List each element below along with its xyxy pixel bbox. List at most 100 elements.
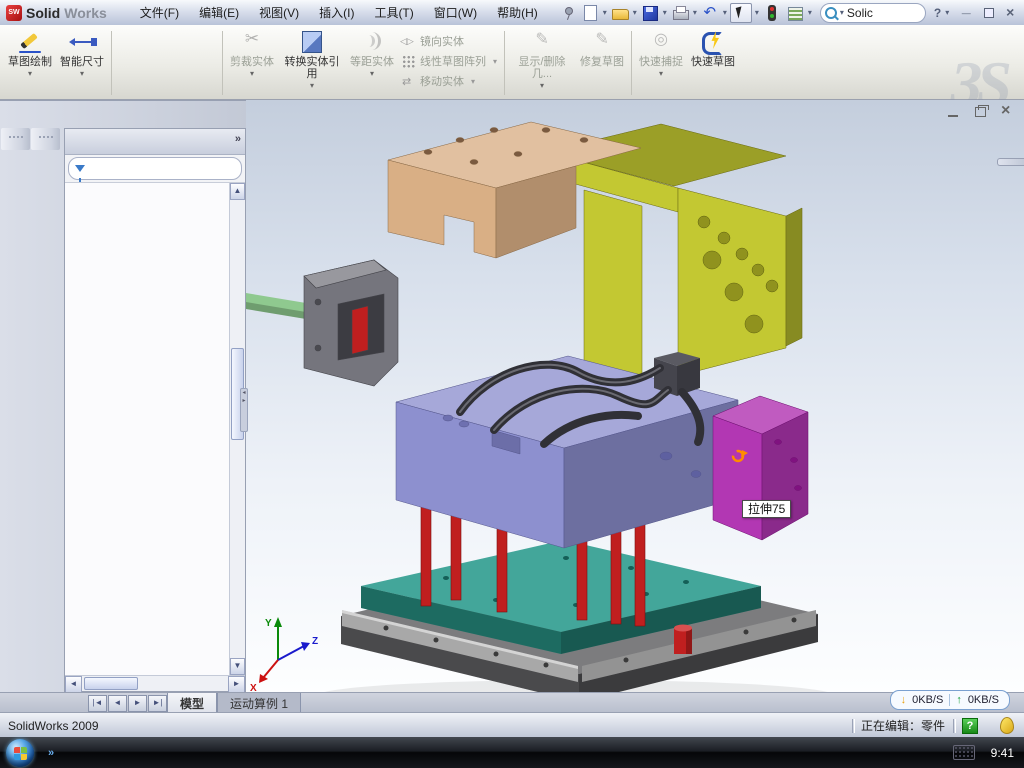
doc-restore-button[interactable] — [970, 105, 990, 120]
chevron-down-icon[interactable]: ▾ — [28, 69, 32, 78]
chevron-down-icon[interactable]: ▾ — [808, 8, 812, 17]
quick-launch-overflow-icon[interactable]: » — [48, 747, 54, 759]
quick-snaps-icon — [646, 29, 676, 55]
smart-dimension-icon — [67, 29, 97, 55]
hose-manifold[interactable] — [654, 352, 700, 396]
clamp-body[interactable] — [304, 260, 398, 386]
status-right-cluster: 正在编辑：零件 ? — [852, 717, 1024, 734]
first-tab-button[interactable]: |◄ — [88, 695, 107, 712]
options-button[interactable] — [785, 4, 805, 22]
display-delete-relations-label: 显示/删除几... — [511, 56, 573, 80]
move-entities-icon — [402, 75, 415, 88]
move-entities-label: 移动实体 — [420, 73, 464, 89]
scroll-thumb[interactable] — [84, 677, 138, 690]
chevron-down-icon[interactable]: ▾ — [945, 8, 949, 17]
chevron-down-icon[interactable]: ▾ — [723, 8, 727, 17]
menu-item-6[interactable]: 帮助(H) — [488, 1, 547, 24]
search-input[interactable]: Solic — [847, 6, 873, 20]
menu-item-3[interactable]: 插入(I) — [310, 1, 363, 24]
panel-overflow-button[interactable]: » — [235, 133, 241, 145]
doc-close-button[interactable] — [996, 105, 1016, 120]
model-canvas[interactable]: Y Z X — [246, 100, 1024, 692]
chevron-down-icon[interactable]: ▾ — [603, 8, 607, 17]
rebuild-button[interactable] — [762, 4, 782, 22]
toolbar-pin-icon[interactable] — [557, 4, 577, 22]
feature-tooltip: 拉伸75 — [742, 500, 791, 518]
rapid-sketch-button[interactable]: 快速草图 — [687, 27, 739, 99]
print-button[interactable] — [670, 4, 690, 22]
rapid-sketch-label: 快速草图 — [691, 56, 735, 68]
linear-sketch-pattern-icon — [402, 55, 415, 68]
chevron-down-icon: ▾ — [370, 69, 374, 78]
sketch-entities-cluster — [115, 27, 219, 99]
chevron-down-icon: ▾ — [540, 81, 544, 90]
next-tab-button[interactable]: ► — [128, 695, 147, 712]
chevron-down-icon[interactable]: ▾ — [663, 8, 667, 17]
quick-tips-icon[interactable] — [1000, 717, 1014, 734]
chevron-down-icon[interactable]: ▾ — [693, 8, 697, 17]
taskbar-clock[interactable]: 9:41 — [991, 746, 1014, 760]
input-method-icon[interactable] — [953, 745, 975, 760]
menubar: 文件(F)编辑(E)视图(V)插入(I)工具(T)窗口(W)帮助(H) — [131, 1, 547, 24]
last-tab-button[interactable]: ►| — [148, 695, 167, 712]
sketch-pencil-icon — [15, 29, 45, 55]
menu-item-1[interactable]: 编辑(E) — [190, 1, 248, 24]
convert-entities-button[interactable]: 转换实体引用 ▾ — [278, 27, 346, 99]
menu-item-5[interactable]: 窗口(W) — [425, 1, 486, 24]
chevron-down-icon[interactable]: ▾ — [80, 69, 84, 78]
open-button[interactable] — [610, 4, 630, 22]
select-button[interactable] — [730, 3, 752, 23]
solidworks-cube-icon: SW — [6, 5, 22, 21]
editing-status-label: 正在编辑：零件 — [861, 717, 945, 734]
doc-minimize-button[interactable] — [944, 105, 964, 120]
scroll-up-button[interactable]: ▲ — [230, 183, 245, 200]
trim-entities-label: 剪裁实体 — [230, 56, 274, 68]
graphics-viewport[interactable]: Y Z X 拉伸75 — [246, 100, 1024, 692]
prev-tab-button[interactable]: ◄ — [108, 695, 127, 712]
scroll-right-button[interactable]: ► — [228, 676, 245, 692]
net-speed-widget[interactable]: ↓ 0KB/S ↑ 0KB/S — [890, 690, 1010, 710]
app-logo: SW SolidWorks — [0, 5, 117, 21]
red-bushing[interactable] — [674, 625, 692, 655]
features-toolbar — [1, 128, 30, 150]
menu-item-4[interactable]: 工具(T) — [365, 1, 422, 24]
display-delete-relations-button: 显示/删除几... ▾ — [508, 27, 576, 99]
panel-splitter[interactable]: ◂▸ — [240, 388, 248, 432]
yoke-body[interactable] — [546, 124, 802, 390]
offset-entities-icon — [357, 29, 387, 55]
chevron-down-icon[interactable]: ▾ — [633, 8, 637, 17]
new-document-button[interactable] — [580, 4, 600, 22]
magenta-insert-body[interactable] — [713, 396, 808, 540]
close-button[interactable] — [999, 5, 1021, 21]
menu-item-0[interactable]: 文件(F) — [131, 1, 188, 24]
save-button[interactable] — [640, 4, 660, 22]
product-version-label: SolidWorks 2009 — [0, 719, 852, 733]
chevron-down-icon[interactable]: ▾ — [840, 8, 844, 17]
start-button[interactable] — [6, 739, 34, 767]
scroll-left-button[interactable]: ◄ — [65, 676, 82, 692]
quick-help-icon[interactable]: ? — [962, 718, 978, 734]
scroll-track — [140, 676, 228, 691]
scroll-down-button[interactable]: ▼ — [230, 658, 245, 675]
undo-button[interactable]: ↶ — [700, 4, 720, 22]
menu-item-2[interactable]: 视图(V) — [250, 1, 308, 24]
minimize-button[interactable] — [955, 5, 977, 21]
smart-dimension-label: 智能尺寸 — [60, 56, 104, 68]
search-box[interactable]: ▾ Solic — [820, 3, 926, 23]
repair-sketch-label: 修复草图 — [580, 56, 624, 68]
smart-dimension-button[interactable]: 智能尺寸 ▾ — [56, 27, 108, 99]
move-entities-button: 移动实体 ▾ — [402, 73, 497, 89]
tree-filter-bar[interactable] — [68, 157, 242, 180]
chevron-down-icon[interactable]: ▾ — [310, 81, 314, 90]
chevron-down-icon[interactable]: ▾ — [755, 8, 759, 17]
task-pane-tabs — [997, 158, 1024, 166]
sketch-button[interactable]: 草图绘制 ▾ — [4, 27, 56, 99]
reference-triad: Y Z X — [250, 617, 318, 692]
restore-button[interactable] — [977, 5, 999, 21]
offset-entities-button: 等距实体 ▾ — [346, 27, 398, 99]
tree-horizontal-scrollbar[interactable]: ◄ ► — [65, 675, 245, 691]
help-button[interactable]: ? — [934, 6, 941, 20]
mirror-entities-icon — [402, 35, 415, 48]
convert-entities-label: 转换实体引用 — [281, 56, 343, 80]
feature-manager-panel: » ▲ ▼ ◄ ► — [64, 128, 246, 692]
